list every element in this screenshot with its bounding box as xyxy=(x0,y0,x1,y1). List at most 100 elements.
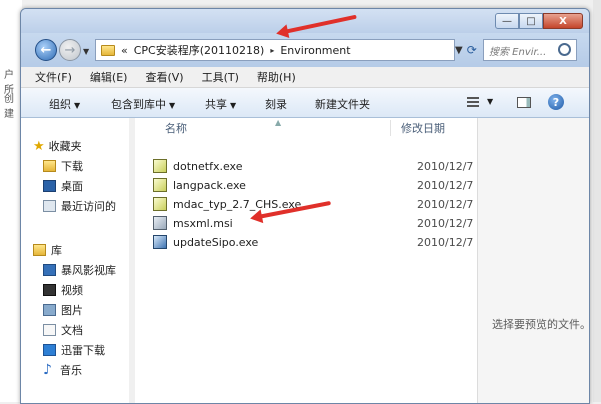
document-icon xyxy=(43,324,56,336)
search-icon[interactable] xyxy=(558,43,571,56)
breadcrumb-prefix[interactable]: « xyxy=(121,44,128,57)
share-label: 共享 xyxy=(205,98,227,111)
file-row[interactable]: langpack.exe 2010/12/7 13:27 xyxy=(153,176,509,194)
command-bar: 组织 ▼ 包含到库中 ▼ 共享 ▼ 刻录 新建文件夹 ▼ ? xyxy=(21,88,589,118)
storm-library-icon xyxy=(43,264,56,276)
minimize-button[interactable]: — xyxy=(495,13,519,29)
background-page: 户所 创建 xyxy=(0,0,22,402)
new-folder-button[interactable]: 新建文件夹 xyxy=(315,96,370,112)
nav-item-documents[interactable]: 文档 xyxy=(43,322,83,338)
nav-item-storm-library[interactable]: 暴风影视库 xyxy=(43,262,116,278)
menu-file[interactable]: 文件(F) xyxy=(35,69,72,85)
forward-button[interactable]: → xyxy=(59,39,81,61)
view-dropdown-icon[interactable]: ▼ xyxy=(487,97,493,106)
organize-button[interactable]: 组织 ▼ xyxy=(49,96,80,112)
file-name: msxml.msi xyxy=(173,216,233,230)
recent-places-icon xyxy=(43,200,56,212)
history-dropdown-icon[interactable]: ▼ xyxy=(83,47,89,56)
file-row[interactable]: msxml.msi 2010/12/7 13:28 xyxy=(153,214,509,232)
menu-bar: 文件(F) 编辑(E) 查看(V) 工具(T) 帮助(H) xyxy=(21,67,589,88)
share-button[interactable]: 共享 ▼ xyxy=(205,96,236,112)
burn-button[interactable]: 刻录 xyxy=(265,96,287,112)
nav-item-downloads[interactable]: 下载 xyxy=(43,158,83,174)
caret-down-icon: ▼ xyxy=(169,101,176,110)
exe-icon xyxy=(153,197,167,211)
library-icon xyxy=(33,244,46,256)
nav-favorites[interactable]: ★ 收藏夹 xyxy=(33,138,82,154)
background-scroll xyxy=(593,0,601,402)
burn-label: 刻录 xyxy=(265,98,287,111)
sort-indicator-icon: ▲ xyxy=(275,118,282,127)
caret-down-icon: ▼ xyxy=(74,101,81,110)
star-icon: ★ xyxy=(33,138,45,154)
folder-icon xyxy=(101,44,115,56)
column-divider[interactable] xyxy=(390,120,391,136)
nav-item-label: 视频 xyxy=(61,284,83,297)
close-button[interactable]: X xyxy=(543,13,583,29)
nav-item-label: 音乐 xyxy=(60,364,82,377)
nav-item-label: 迅雷下载 xyxy=(61,344,105,357)
preview-pane: 选择要预览的文件。 xyxy=(477,118,590,403)
nav-item-pictures[interactable]: 图片 xyxy=(43,302,83,318)
column-header-modified[interactable]: 修改日期 xyxy=(401,118,445,138)
organize-label: 组织 xyxy=(49,98,71,111)
file-name: mdac_typ_2.7_CHS.exe xyxy=(173,197,302,211)
file-name: dotnetfx.exe xyxy=(173,159,243,173)
nav-favorites-label: 收藏夹 xyxy=(48,140,82,153)
navigation-pane-scrollbar[interactable] xyxy=(129,118,135,403)
menu-help[interactable]: 帮助(H) xyxy=(257,69,296,85)
nav-item-xunlei[interactable]: 迅雷下载 xyxy=(43,342,105,358)
exe-icon xyxy=(153,178,167,192)
address-tools: ▼ ⟳ xyxy=(455,39,481,61)
nav-item-label: 桌面 xyxy=(61,180,83,193)
content-area: ★ 收藏夹 下载 桌面 最近访问的 库 暴风影视库 视频 图片 文档 迅雷下载 ♪… xyxy=(21,118,589,403)
caret-down-icon: ▼ xyxy=(230,101,237,110)
address-dropdown-icon[interactable]: ▼ xyxy=(455,45,463,56)
navigation-pane: ★ 收藏夹 下载 桌面 最近访问的 库 暴风影视库 视频 图片 文档 迅雷下载 ♪… xyxy=(21,118,130,403)
navigation-bar: ← → ▼ « CPC安装程序(20110218) ▸ Environment … xyxy=(21,33,589,67)
nav-item-label: 最近访问的 xyxy=(61,200,116,213)
refresh-icon[interactable]: ⟳ xyxy=(467,43,477,57)
file-row[interactable]: dotnetfx.exe 2010/12/7 13:26 xyxy=(153,157,509,175)
menu-view[interactable]: 查看(V) xyxy=(145,69,183,85)
file-name: updateSipo.exe xyxy=(173,235,259,249)
menu-edit[interactable]: 编辑(E) xyxy=(90,69,128,85)
nav-libraries-label: 库 xyxy=(51,244,62,257)
menu-tools[interactable]: 工具(T) xyxy=(202,69,239,85)
maximize-button[interactable]: □ xyxy=(519,13,543,29)
breadcrumb-separator-icon[interactable]: ▸ xyxy=(270,46,274,55)
file-name: langpack.exe xyxy=(173,178,246,192)
music-note-icon: ♪ xyxy=(43,362,52,378)
nav-libraries[interactable]: 库 xyxy=(33,242,62,258)
preview-message: 选择要预览的文件。 xyxy=(492,318,590,331)
help-icon[interactable]: ? xyxy=(548,94,564,110)
back-button[interactable]: ← xyxy=(35,39,57,61)
downloads-icon xyxy=(43,160,56,172)
address-bar[interactable]: « CPC安装程序(20110218) ▸ Environment xyxy=(95,39,455,61)
nav-item-label: 文档 xyxy=(61,324,83,337)
include-library-label: 包含到库中 xyxy=(111,98,166,111)
nav-item-music[interactable]: ♪ 音乐 xyxy=(43,362,82,378)
search-box[interactable]: 搜索 Envir... xyxy=(483,39,577,61)
nav-item-desktop[interactable]: 桌面 xyxy=(43,178,83,194)
nav-item-videos[interactable]: 视频 xyxy=(43,282,83,298)
file-row[interactable]: updateSipo.exe 2010/12/7 13:28 xyxy=(153,233,509,251)
file-list: 名称 ▲ 修改日期 dotnetfx.exe 2010/12/7 13:26 l… xyxy=(137,118,509,403)
include-library-button[interactable]: 包含到库中 ▼ xyxy=(111,96,175,112)
setup-icon xyxy=(153,235,167,249)
column-header-name[interactable]: 名称 xyxy=(165,118,187,138)
preview-pane-icon[interactable] xyxy=(517,97,531,108)
view-options-icon[interactable] xyxy=(467,97,479,108)
breadcrumb-current[interactable]: Environment xyxy=(280,44,350,57)
nav-item-label: 图片 xyxy=(61,304,83,317)
nav-item-recent[interactable]: 最近访问的 xyxy=(43,198,116,214)
xunlei-download-icon xyxy=(43,344,56,356)
exe-icon xyxy=(153,159,167,173)
breadcrumb-parent[interactable]: CPC安装程序(20110218) xyxy=(134,42,265,58)
desktop-icon xyxy=(43,180,56,192)
search-input[interactable]: 搜索 Envir... xyxy=(489,43,559,58)
nav-item-label: 暴风影视库 xyxy=(61,264,116,277)
arrow-right-icon: → xyxy=(64,42,76,58)
nav-item-label: 下载 xyxy=(61,160,83,173)
video-icon xyxy=(43,284,56,296)
